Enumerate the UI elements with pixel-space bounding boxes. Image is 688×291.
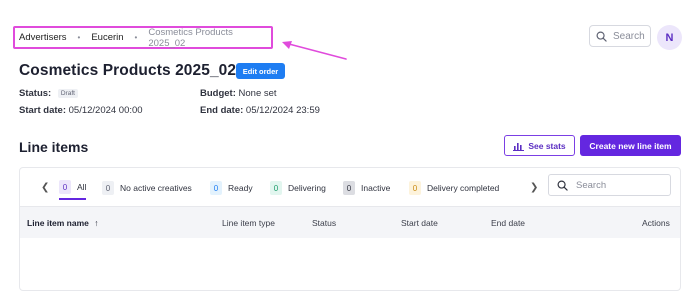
chevron-right-icon[interactable]: ❯ [530, 182, 538, 193]
filter-delivering[interactable]: 0 Delivering [270, 180, 326, 196]
avatar[interactable]: N [657, 25, 682, 50]
annotation-arrow-icon [282, 41, 347, 60]
status-label: Status: [19, 88, 52, 99]
breadcrumb-separator: • [134, 33, 138, 42]
sort-ascending-icon: ↑ [94, 218, 99, 228]
line-items-search-placeholder: Search [576, 179, 607, 191]
global-search-input[interactable]: Search [589, 25, 651, 47]
start-date-value: 05/12/2024 00:00 [68, 105, 143, 116]
column-label: Line item name [27, 218, 89, 228]
budget-field: Budget: None set [200, 88, 277, 99]
filter-count: 0 [59, 180, 71, 194]
bar-chart-icon [513, 142, 525, 151]
top-bar: Advertisers • Eucerin • Cosmetics Produc… [0, 0, 688, 60]
filter-label: All [77, 182, 87, 192]
filter-no-active-creatives[interactable]: 0 No active creatives [102, 180, 192, 196]
chevron-left-icon[interactable]: ❮ [41, 182, 49, 193]
status-badge: Draft [57, 89, 78, 98]
create-line-item-button[interactable]: Create new line item [580, 135, 681, 156]
budget-label: Budget: [200, 88, 236, 99]
see-stats-label: See stats [528, 140, 566, 151]
filter-count: 0 [102, 181, 114, 195]
column-status: Status [312, 218, 337, 228]
breadcrumb-current: Cosmetics Products 2025_02 [148, 26, 233, 49]
search-icon [596, 31, 607, 42]
filter-ready[interactable]: 0 Ready [210, 180, 253, 196]
global-search-placeholder: Search [613, 30, 645, 42]
budget-value: None set [238, 88, 277, 99]
filter-label: Inactive [361, 183, 391, 193]
line-items-search-input[interactable]: Search [548, 174, 671, 196]
breadcrumb-separator: • [77, 33, 81, 42]
line-items-heading: Line items [19, 139, 89, 155]
end-date-field: End date: 05/12/2024 23:59 [200, 105, 320, 116]
filter-label: Ready [228, 183, 253, 193]
start-date-label: Start date: [19, 105, 66, 116]
filter-delivery-completed[interactable]: 0 Delivery completed [409, 180, 499, 196]
line-items-table: ❮ 0 All 0 No active creatives 0 Ready 0 … [19, 167, 681, 291]
breadcrumb-eucerin[interactable]: Eucerin [91, 32, 123, 43]
column-line-item-name[interactable]: Line item name ↑ [27, 218, 99, 228]
column-line-item-type: Line item type [222, 218, 275, 228]
search-icon [557, 180, 568, 191]
edit-order-button[interactable]: Edit order [236, 63, 285, 79]
see-stats-button[interactable]: See stats [504, 135, 575, 156]
column-end-date: End date [491, 218, 526, 228]
breadcrumb-advertisers[interactable]: Advertisers [19, 32, 67, 43]
breadcrumb: Advertisers • Eucerin • Cosmetics Produc… [13, 26, 273, 49]
filter-label: Delivery completed [427, 183, 500, 193]
column-actions: Actions [642, 218, 670, 228]
filter-label: No active creatives [120, 183, 192, 193]
status-field: Status: Draft [19, 88, 78, 99]
filter-count: 0 [343, 181, 355, 195]
status-filter-bar: ❮ 0 All 0 No active creatives 0 Ready 0 … [20, 168, 680, 206]
filter-inactive[interactable]: 0 Inactive [343, 180, 390, 196]
end-date-value: 05/12/2024 23:59 [245, 105, 320, 116]
filter-count: 0 [409, 181, 421, 195]
column-start-date: Start date [401, 218, 438, 228]
page-title: Cosmetics Products 2025_02 [19, 62, 237, 79]
filter-all[interactable]: 0 All [59, 180, 87, 200]
table-header: Line item name ↑ Line item type Status S… [20, 206, 680, 238]
filter-label: Delivering [288, 183, 326, 193]
filter-count: 0 [270, 181, 282, 195]
filter-count: 0 [210, 181, 222, 195]
start-date-field: Start date: 05/12/2024 00:00 [19, 105, 143, 116]
end-date-label: End date: [200, 105, 244, 116]
